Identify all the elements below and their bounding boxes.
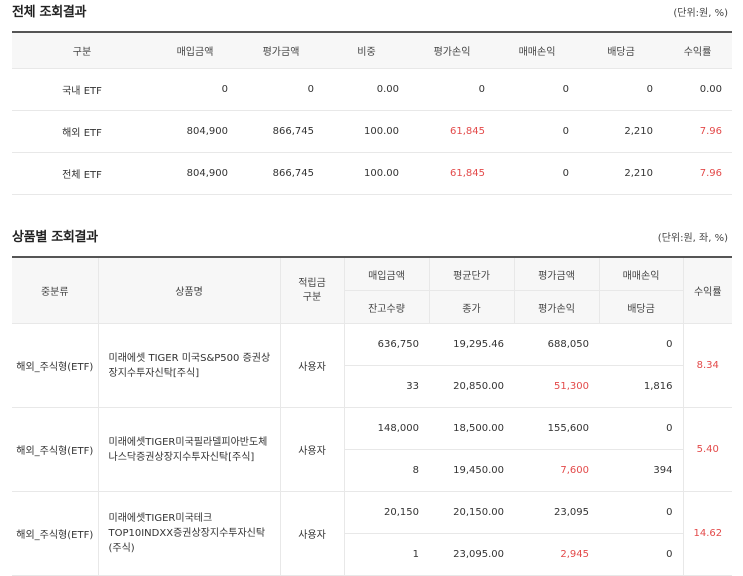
table-header-row: 중분류 상품명 적립금 구분 매입금액 평균단가 평가금액 매매손익 수익률 [12,257,732,324]
cell-avg-price: 18,500.00 [429,407,514,450]
col-header-eval-pl: 평가손익 [513,290,599,324]
cell-rate: 7.96 [663,110,732,153]
product-detail-table: 중분류 상품명 적립금 구분 매입금액 평균단가 평가금액 매매손익 수익률 잔… [12,256,732,576]
cell-eval-pl: 7,600 [514,449,599,492]
cell-close: 23,095.00 [429,533,514,576]
cell-avg-price: 20,150.00 [429,491,514,534]
row-label: 국내 ETF [12,68,152,111]
cell-eval: 866,745 [238,110,324,153]
cell-product-name: 미래에셋TIGER미국필라델피아반도체나스닥증권상장지수투자신탁[주식] [97,407,280,492]
col-header: 매매손익 [495,32,579,69]
col-header-type: 적립금 구분 [279,257,344,324]
cell-buy: 20,150 [343,491,429,534]
cell-trade-pl: 0 [495,152,579,195]
cell-weight: 0.00 [324,68,409,111]
cell-eval-pl: 2,945 [514,533,599,576]
cell-qty: 1 [343,533,429,576]
cell-product-name: 미래에셋 TIGER 미국S&P500 증권상장지수투자신탁[주식] [97,323,280,408]
col-header-dividend: 배당금 [598,290,683,324]
cell-trade-pl: 0 [495,68,579,111]
col-header: 평가금액 [238,32,324,69]
cell-trade-pl: 0 [599,407,683,450]
cell-eval: 23,095 [514,491,599,534]
cell-eval: 0 [238,68,324,111]
col-header-product: 상품명 [97,257,280,324]
cell-buy: 636,750 [343,323,429,366]
col-header-qty: 잔고수량 [343,290,429,324]
table-header-row: 구분 매입금액 평가금액 비중 평가손익 매매손익 배당금 수익률 [12,32,732,69]
cell-eval-pl: 61,845 [409,110,495,153]
cell-weight: 100.00 [324,110,409,153]
col-header: 배당금 [579,32,663,69]
table-row: 해외_주식형(ETF) 미래에셋 TIGER 미국S&P500 증권상장지수투자… [12,323,732,408]
col-header-rate: 수익률 [682,257,732,324]
cell-eval-pl: 0 [409,68,495,111]
cell-dividend: 0 [579,68,663,111]
row-label: 해외 ETF [12,110,152,153]
cell-dividend: 2,210 [579,152,663,195]
cell-dividend: 394 [599,449,683,492]
total-summary-table: 구분 매입금액 평가금액 비중 평가손익 매매손익 배당금 수익률 국내 ETF… [12,31,732,195]
cell-buy: 0 [152,68,238,111]
table-row: 해외_주식형(ETF) 미래에셋TIGER미국테크TOP10INDXX증권상장지… [12,491,732,576]
cell-trade-pl: 0 [599,323,683,366]
table-row: 전체 ETF 804,900 866,745 100.00 61,845 0 2… [12,152,732,195]
cell-category: 해외_주식형(ETF) [12,491,98,576]
section-title-product: 상품별 조회결과 [12,230,98,245]
col-header-close: 종가 [428,290,514,324]
cell-close: 20,850.00 [429,365,514,408]
cell-weight: 100.00 [324,152,409,195]
section-title-total: 전체 조회결과 [12,5,87,20]
cell-rate: 14.62 [682,491,732,576]
cell-type: 사용자 [279,491,344,576]
cell-qty: 8 [343,449,429,492]
cell-eval: 866,745 [238,152,324,195]
cell-rate: 5.40 [682,407,732,492]
unit-label-total: (단위:원, %) [673,8,728,19]
cell-dividend: 1,816 [599,365,683,408]
col-header: 평가손익 [409,32,495,69]
cell-rate: 0.00 [663,68,732,111]
cell-close: 19,450.00 [429,449,514,492]
unit-label-product: (단위:원, 좌, %) [657,233,728,244]
cell-qty: 33 [343,365,429,408]
col-header-avg-price: 평균단가 [428,257,514,291]
cell-eval-pl: 61,845 [409,152,495,195]
cell-buy: 804,900 [152,152,238,195]
col-header: 수익률 [663,32,732,69]
cell-buy: 148,000 [343,407,429,450]
table-row: 해외 ETF 804,900 866,745 100.00 61,845 0 2… [12,110,732,153]
cell-eval: 688,050 [514,323,599,366]
cell-category: 해외_주식형(ETF) [12,323,98,408]
col-header: 매입금액 [152,32,238,69]
cell-type: 사용자 [279,323,344,408]
col-header-trade-pl: 매매손익 [598,257,683,291]
row-label: 전체 ETF [12,152,152,195]
cell-rate: 8.34 [682,323,732,408]
col-header: 비중 [324,32,409,69]
table-row: 국내 ETF 0 0 0.00 0 0 0 0.00 [12,68,732,111]
col-header-buy: 매입금액 [343,257,429,291]
cell-trade-pl: 0 [495,110,579,153]
cell-dividend: 2,210 [579,110,663,153]
col-header-category: 중분류 [12,257,98,324]
cell-rate: 7.96 [663,152,732,195]
cell-category: 해외_주식형(ETF) [12,407,98,492]
cell-eval-pl: 51,300 [514,365,599,408]
cell-buy: 804,900 [152,110,238,153]
col-header: 구분 [12,32,152,69]
table-row: 해외_주식형(ETF) 미래에셋TIGER미국필라델피아반도체나스닥증권상장지수… [12,407,732,492]
cell-type: 사용자 [279,407,344,492]
col-header-eval: 평가금액 [513,257,599,291]
cell-avg-price: 19,295.46 [429,323,514,366]
cell-trade-pl: 0 [599,491,683,534]
cell-dividend: 0 [599,533,683,576]
cell-product-name: 미래에셋TIGER미국테크TOP10INDXX증권상장지수투자신탁(주식) [97,491,280,576]
cell-eval: 155,600 [514,407,599,450]
